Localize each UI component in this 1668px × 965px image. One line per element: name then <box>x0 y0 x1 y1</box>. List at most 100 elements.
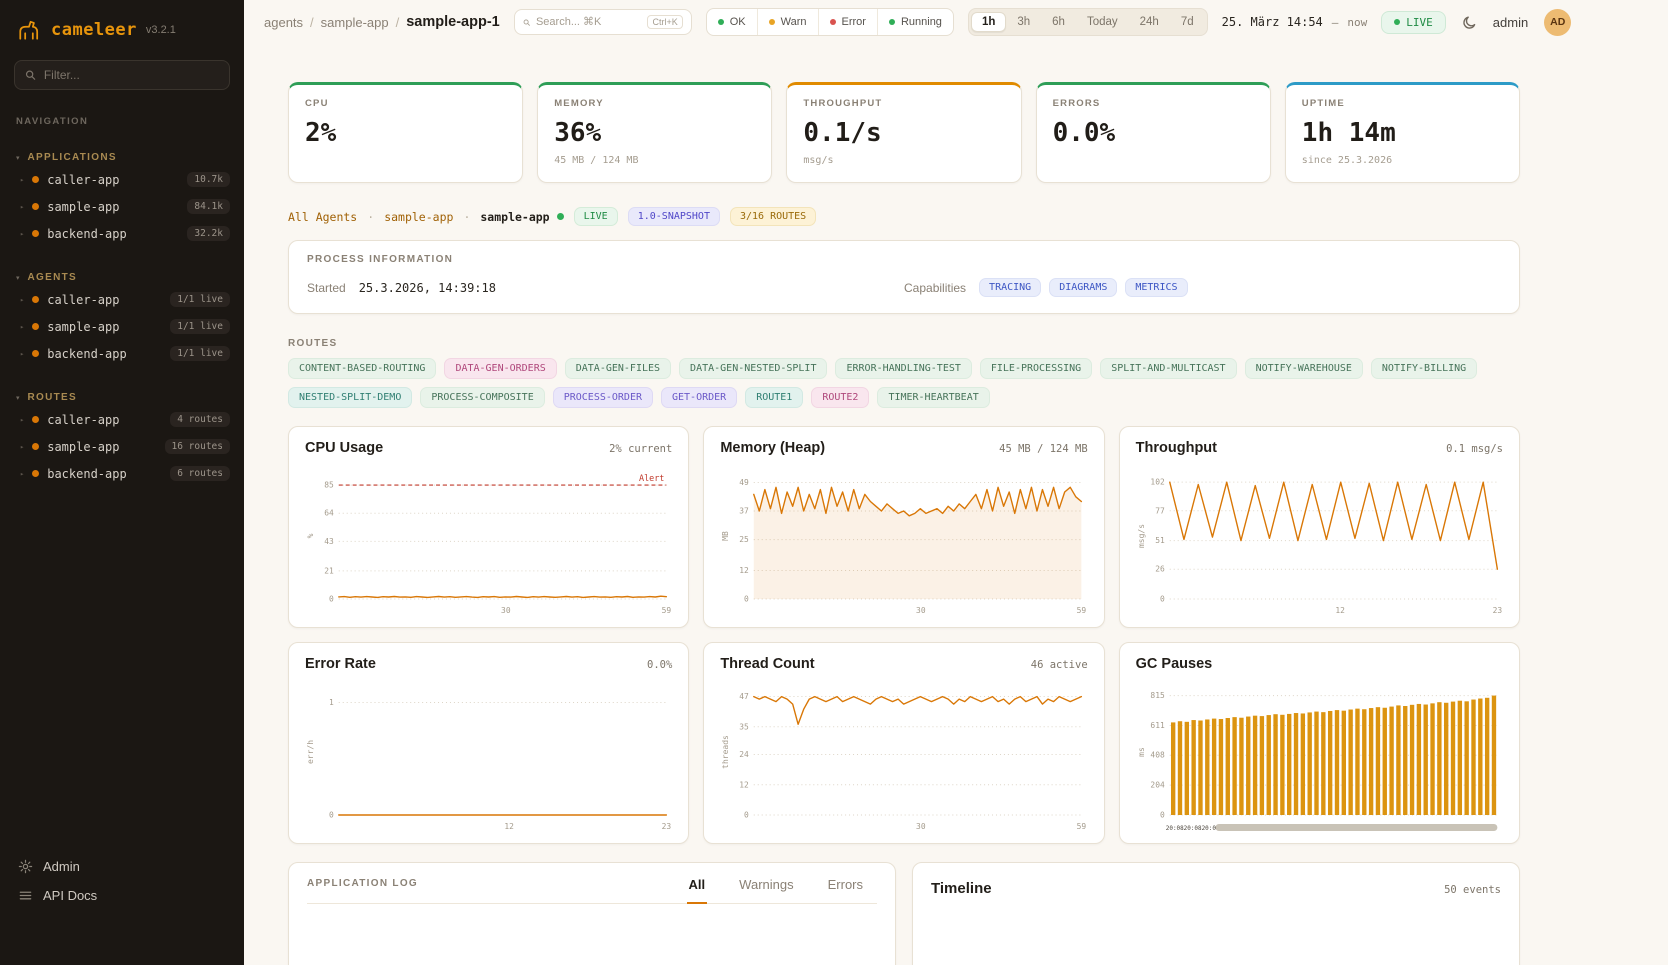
time-range-24h[interactable]: 24h <box>1129 12 1170 32</box>
route-pill-route2[interactable]: ROUTE2 <box>811 387 869 408</box>
route-pill-get-order[interactable]: GET-ORDER <box>661 387 737 408</box>
agent-breadcrumb-link-sample-app[interactable]: sample-app <box>384 210 453 224</box>
thread-count-chart[interactable]: 012243547threads3059 <box>720 677 1087 835</box>
status-filter-warn[interactable]: Warn <box>757 9 818 35</box>
route-pill-process-order[interactable]: PROCESS-ORDER <box>553 387 653 408</box>
agent-breadcrumb-link-all-agents[interactable]: All Agents <box>288 210 357 224</box>
log-tab-warnings[interactable]: Warnings <box>737 877 795 904</box>
app-logo[interactable]: cameleer v3.2.1 <box>0 0 244 54</box>
live-dot <box>1394 19 1400 25</box>
timeline-header: Timeline 50 events <box>931 880 1501 897</box>
status-filter-running[interactable]: Running <box>877 9 953 35</box>
chevron-down-icon: ▾ <box>16 394 20 402</box>
svg-text:0: 0 <box>329 594 334 603</box>
sidebar-group-header-routes[interactable]: ▾ROUTES <box>0 389 244 406</box>
sidebar-footer-admin[interactable]: Admin <box>18 859 226 874</box>
sidebar-item-label: sample-app <box>47 200 119 214</box>
svg-text:21: 21 <box>324 566 334 575</box>
svg-text:408: 408 <box>1150 751 1165 760</box>
stat-value: 1h 14m <box>1302 118 1503 148</box>
route-pill-nested-split-demo[interactable]: NESTED-SPLIT-DEMO <box>288 387 412 408</box>
status-dot <box>32 230 39 237</box>
status-filter-error[interactable]: Error <box>818 9 877 35</box>
route-pill-file-processing[interactable]: FILE-PROCESSING <box>980 358 1092 379</box>
avatar[interactable]: AD <box>1544 9 1571 36</box>
log-tab-all[interactable]: All <box>687 877 708 904</box>
route-pill-data-gen-nested-split[interactable]: DATA-GEN-NESTED-SPLIT <box>679 358 827 379</box>
time-range-6h[interactable]: 6h <box>1041 12 1076 32</box>
sidebar-item-routes-caller-app[interactable]: ▸caller-app4 routes <box>0 406 244 433</box>
route-pill-data-gen-orders[interactable]: DATA-GEN-ORDERS <box>444 358 556 379</box>
agent-current-label: sample-app <box>480 210 549 224</box>
sidebar-item-applications-backend-app[interactable]: ▸backend-app32.2k <box>0 220 244 247</box>
sidebar-item-label: sample-app <box>47 440 119 454</box>
log-tab-errors[interactable]: Errors <box>826 877 865 904</box>
route-pill-notify-billing[interactable]: NOTIFY-BILLING <box>1371 358 1477 379</box>
route-pill-route1[interactable]: ROUTE1 <box>745 387 803 408</box>
sidebar-item-label: backend-app <box>47 347 126 361</box>
breadcrumb-item-agents[interactable]: agents <box>264 15 303 30</box>
user-name[interactable]: admin <box>1493 15 1528 30</box>
separator-dot: · <box>463 210 470 224</box>
sidebar-filter[interactable] <box>14 60 230 90</box>
svg-text:102: 102 <box>1150 478 1165 487</box>
theme-toggle-moon-icon[interactable] <box>1462 15 1477 30</box>
route-pill-error-handling-test[interactable]: ERROR-HANDLING-TEST <box>835 358 971 379</box>
badge-1-0-snapshot: 1.0-SNAPSHOT <box>628 207 720 226</box>
status-dot <box>830 19 836 25</box>
search-input[interactable] <box>536 16 641 28</box>
sidebar-item-routes-sample-app[interactable]: ▸sample-app16 routes <box>0 433 244 460</box>
sidebar-item-routes-backend-app[interactable]: ▸backend-app6 routes <box>0 460 244 487</box>
sidebar-item-applications-sample-app[interactable]: ▸sample-app84.1k <box>0 193 244 220</box>
chevron-right-icon: ▸ <box>20 176 24 184</box>
stat-label: CPU <box>305 98 506 109</box>
memory-heap-chart[interactable]: 012253749MB3059 <box>720 461 1087 619</box>
svg-text:12: 12 <box>740 780 750 789</box>
svg-text:815: 815 <box>1150 691 1165 700</box>
sidebar-nav: ▾APPLICATIONS▸caller-app10.7k▸sample-app… <box>0 127 244 487</box>
status-dot <box>32 443 39 450</box>
search-box[interactable]: Ctrl+K <box>514 9 692 35</box>
chart-meta: 46 active <box>1031 659 1088 671</box>
time-range-7d[interactable]: 7d <box>1170 12 1205 32</box>
svg-text:30: 30 <box>916 606 926 615</box>
route-pill-timer-heartbeat[interactable]: TIMER-HEARTBEAT <box>877 387 989 408</box>
sidebar-group-header-agents[interactable]: ▾AGENTS <box>0 269 244 286</box>
stat-label: MEMORY <box>554 98 755 109</box>
status-filter-label: Warn <box>781 16 807 28</box>
error-rate-chart[interactable]: 01err/h1223 <box>305 677 672 835</box>
sidebar-footer-api-docs[interactable]: API Docs <box>18 888 226 903</box>
route-pill-content-based-routing[interactable]: CONTENT-BASED-ROUTING <box>288 358 436 379</box>
route-pill-split-and-multicast[interactable]: SPLIT-AND-MULTICAST <box>1100 358 1236 379</box>
sidebar-item-count: 1/1 live <box>170 346 230 361</box>
gc-pauses-chart[interactable]: 0204408611815ms20:0820:0820:0820:0820:08… <box>1136 677 1503 835</box>
sidebar-item-agents-backend-app[interactable]: ▸backend-app1/1 live <box>0 340 244 367</box>
breadcrumb-item-sample-app[interactable]: sample-app <box>321 15 389 30</box>
svg-text:204: 204 <box>1150 781 1165 790</box>
filter-input[interactable] <box>44 68 219 82</box>
live-badge[interactable]: LIVE <box>1381 11 1446 34</box>
time-range-3h[interactable]: 3h <box>1006 12 1041 32</box>
sidebar-item-agents-caller-app[interactable]: ▸caller-app1/1 live <box>0 286 244 313</box>
cpu-usage-chart[interactable]: 021436485%3059Alert <box>305 461 672 619</box>
sidebar-item-applications-caller-app[interactable]: ▸caller-app10.7k <box>0 166 244 193</box>
route-pill-process-composite[interactable]: PROCESS-COMPOSITE <box>420 387 544 408</box>
camel-logo-icon <box>16 18 42 42</box>
chevron-right-icon: ▸ <box>20 230 24 238</box>
sidebar-item-agents-sample-app[interactable]: ▸sample-app1/1 live <box>0 313 244 340</box>
capability-badges: TRACINGDIAGRAMSMETRICS <box>979 278 1187 297</box>
sidebar-group-header-applications[interactable]: ▾APPLICATIONS <box>0 149 244 166</box>
stat-card-uptime: UPTIME1h 14msince 25.3.2026 <box>1285 82 1520 183</box>
sidebar-item-count: 6 routes <box>170 466 230 481</box>
time-range-1h[interactable]: 1h <box>971 12 1006 32</box>
status-filter-ok[interactable]: OK <box>707 9 757 35</box>
sidebar-item-count: 16 routes <box>165 439 230 454</box>
process-info-row: Started 25.3.2026, 14:39:18 Capabilities… <box>307 278 1501 297</box>
time-range-today[interactable]: Today <box>1076 12 1129 32</box>
datetime-range[interactable]: 25. März 14:54 — now <box>1222 15 1368 29</box>
svg-text:12: 12 <box>740 566 750 575</box>
route-pill-data-gen-files[interactable]: DATA-GEN-FILES <box>565 358 671 379</box>
throughput-chart[interactable]: 0265177102msg/s1223 <box>1136 461 1503 619</box>
charts-grid: CPU Usage2% current021436485%3059AlertMe… <box>288 426 1520 844</box>
route-pill-notify-warehouse[interactable]: NOTIFY-WAREHOUSE <box>1245 358 1363 379</box>
